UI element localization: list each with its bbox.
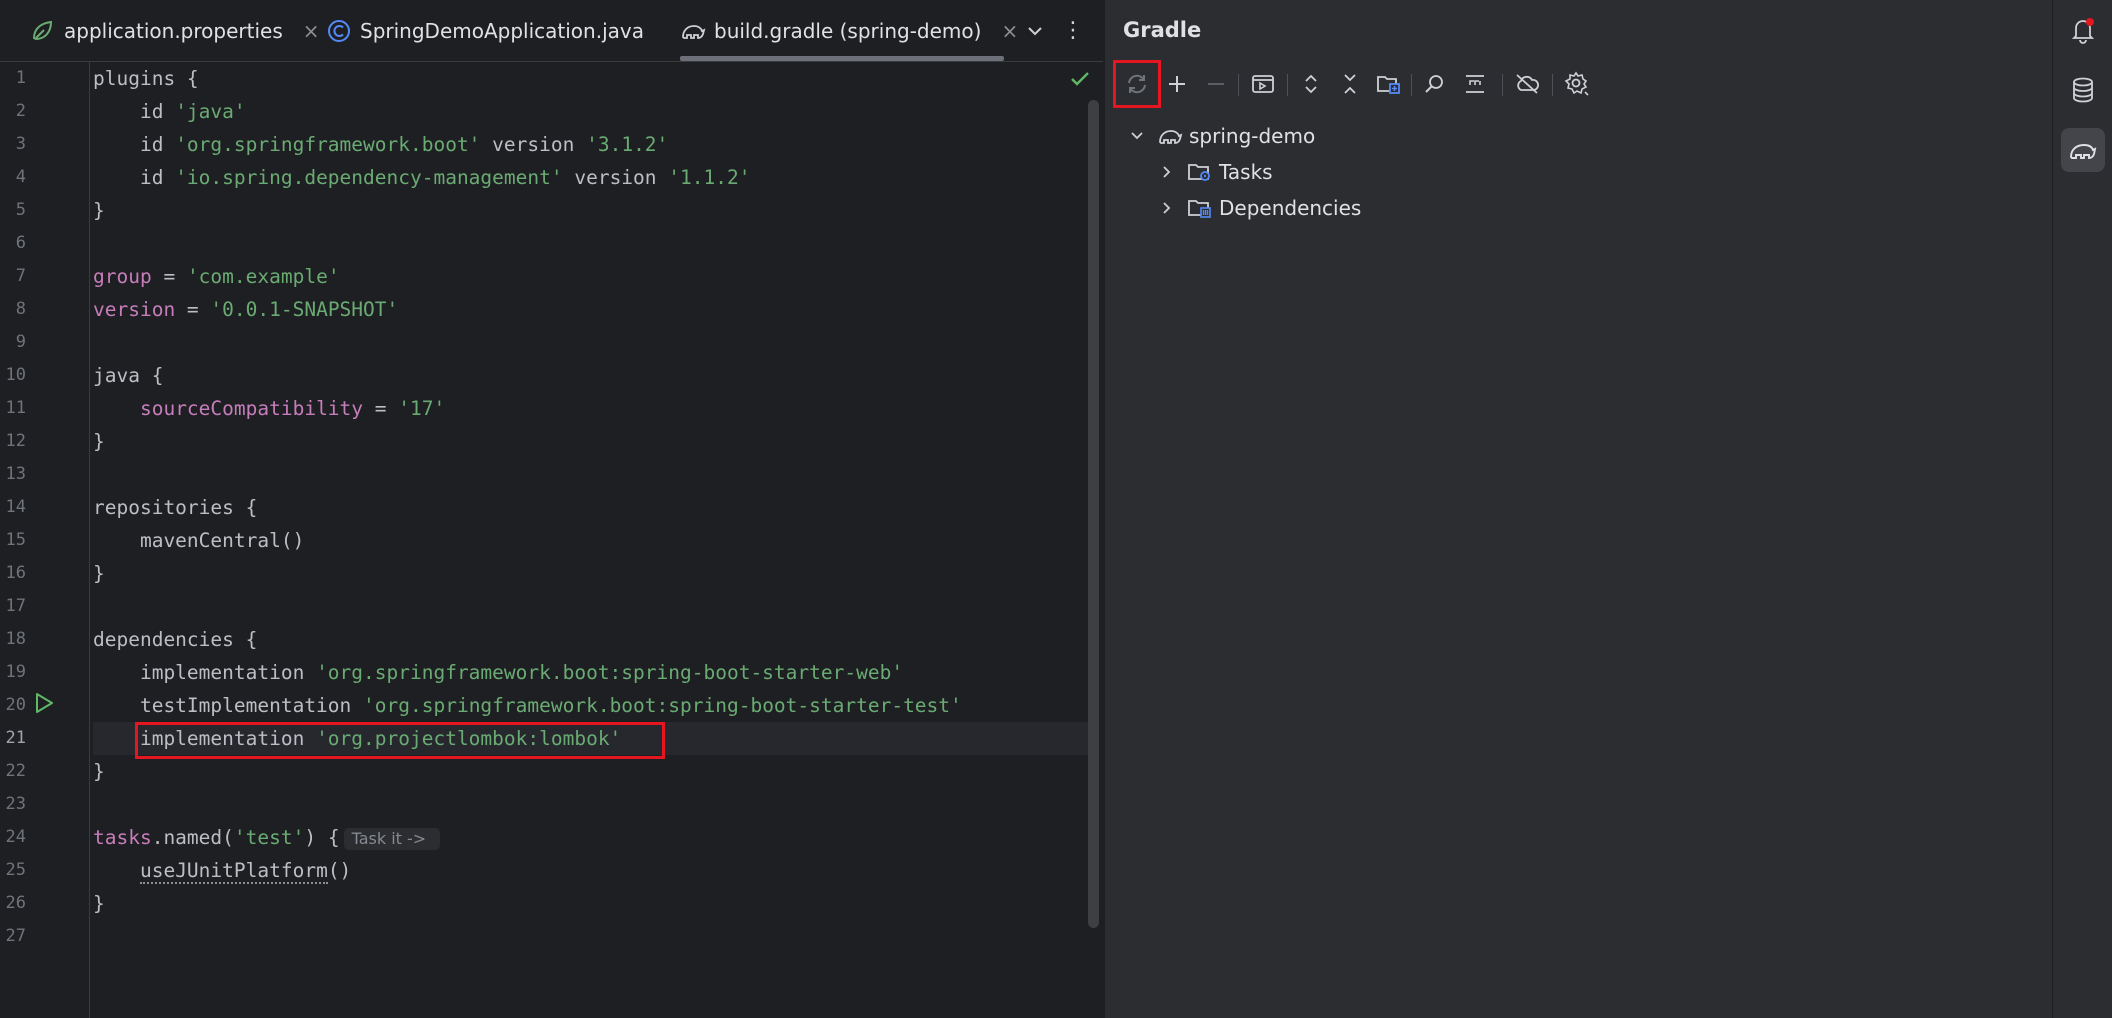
tree-node-spring-demo[interactable]: spring-demo xyxy=(1127,118,1315,154)
chevron-right-icon[interactable] xyxy=(1157,164,1177,180)
code-line: version = '0.0.1-SNAPSHOT' xyxy=(93,298,399,321)
gradle-panel-title: Gradle xyxy=(1123,18,1202,42)
remove-icon[interactable] xyxy=(1198,66,1234,102)
chevron-down-icon[interactable] xyxy=(1127,128,1147,144)
code-line: } xyxy=(93,430,105,453)
collapse-all-icon[interactable] xyxy=(1332,66,1368,102)
line-number: 24 xyxy=(5,827,26,847)
line-number: 14 xyxy=(5,497,26,517)
show-options-icon[interactable] xyxy=(1457,66,1493,102)
code-line-current: implementation 'org.projectlombok:lombok… xyxy=(93,722,1088,755)
gradle-elephant-icon xyxy=(680,18,706,44)
line-number: 1 xyxy=(15,68,26,88)
offline-mode-cloud-icon[interactable] xyxy=(1509,66,1545,102)
notifications-bell-icon[interactable] xyxy=(2061,8,2105,52)
line-number: 20 xyxy=(5,695,26,715)
link-gradle-project-icon[interactable] xyxy=(1371,66,1407,102)
line-number: 11 xyxy=(5,398,26,418)
inlay-hint[interactable]: Task it -> xyxy=(343,827,441,850)
line-number: 18 xyxy=(5,629,26,649)
folder-gear-icon xyxy=(1187,160,1213,184)
line-number: 2 xyxy=(15,101,26,121)
tree-node-dependencies[interactable]: Dependencies xyxy=(1157,190,1361,226)
line-number: 12 xyxy=(5,431,26,451)
code-line: repositories { xyxy=(93,496,258,519)
line-number: 23 xyxy=(5,794,26,814)
tab-springdemoapplication-java[interactable]: SpringDemoApplication.java xyxy=(326,0,644,61)
gradle-elephant-icon xyxy=(1157,124,1183,148)
line-number: 17 xyxy=(5,596,26,616)
code-line: } xyxy=(93,562,105,585)
tree-node-label: spring-demo xyxy=(1189,124,1316,148)
line-number: 8 xyxy=(15,299,26,319)
line-number: 10 xyxy=(5,365,26,385)
tab-label: build.gradle (spring-demo) xyxy=(714,18,982,43)
code-line: id 'org.springframework.boot' version '3… xyxy=(93,133,669,156)
line-number: 22 xyxy=(5,761,26,781)
execute-task-icon[interactable] xyxy=(1245,66,1281,102)
more-actions-icon[interactable]: ⋮ xyxy=(1058,16,1088,46)
code-line: plugins { xyxy=(93,67,199,90)
line-number: 16 xyxy=(5,563,26,583)
code-line: id 'java' xyxy=(93,100,246,123)
tree-node-tasks[interactable]: Tasks xyxy=(1157,154,1273,190)
folder-library-icon xyxy=(1187,196,1213,220)
editor-pane: application.properties × SpringDemoAppli… xyxy=(0,0,1103,1018)
line-number: 7 xyxy=(15,266,26,286)
tree-node-label: Tasks xyxy=(1219,160,1273,184)
gradle-tool-window: Gradle spring-demo Tasks Dependencies xyxy=(1104,0,2052,1018)
database-icon[interactable] xyxy=(2061,68,2105,112)
code-line: } xyxy=(93,892,105,915)
line-number: 26 xyxy=(5,893,26,913)
editor-vertical-scrollbar[interactable] xyxy=(1088,100,1099,928)
reload-gradle-icon[interactable] xyxy=(1119,66,1155,102)
chevron-right-icon[interactable] xyxy=(1157,200,1177,216)
line-number: 15 xyxy=(5,530,26,550)
add-icon[interactable] xyxy=(1159,66,1195,102)
code-area[interactable]: plugins { id 'java' id 'org.springframew… xyxy=(93,62,1088,1018)
tab-build-gradle[interactable]: build.gradle (spring-demo) × xyxy=(680,0,1018,61)
right-tool-strip xyxy=(2052,0,2112,1018)
line-number: 5 xyxy=(15,200,26,220)
code-line: java { xyxy=(93,364,164,387)
gradle-tool-window-elephant-icon[interactable] xyxy=(2061,128,2105,172)
java-class-icon xyxy=(326,18,352,44)
line-number: 6 xyxy=(15,233,26,253)
code-line: mavenCentral() xyxy=(93,529,305,552)
code-line: implementation 'org.springframework.boot… xyxy=(93,661,904,684)
run-play-icon[interactable] xyxy=(34,692,54,718)
line-number: 27 xyxy=(5,926,26,946)
analyze-dependencies-icon[interactable] xyxy=(1417,66,1453,102)
no-problems-check-icon[interactable] xyxy=(1070,70,1090,92)
gradle-settings-gear-icon[interactable] xyxy=(1559,66,1595,102)
close-tab-icon[interactable]: × xyxy=(1001,19,1018,43)
code-line: tasks.named('test') {Task it -> xyxy=(93,821,1088,854)
line-number: 25 xyxy=(5,860,26,880)
tab-label: application.properties xyxy=(64,18,283,43)
code-line: } xyxy=(93,760,105,783)
line-number: 4 xyxy=(15,167,26,187)
tree-node-label: Dependencies xyxy=(1219,196,1362,220)
tab-application-properties[interactable]: application.properties × xyxy=(30,0,320,61)
tab-label: SpringDemoApplication.java xyxy=(360,18,644,43)
line-number: 9 xyxy=(15,332,26,352)
tab-list-chevron-icon[interactable] xyxy=(1020,16,1050,46)
editor-tab-bar: application.properties × SpringDemoAppli… xyxy=(0,0,1103,62)
line-number: 21 xyxy=(5,728,26,748)
code-line: useJUnitPlatform() xyxy=(139,859,352,884)
line-number: 3 xyxy=(15,134,26,154)
line-number: 19 xyxy=(5,662,26,682)
code-line: } xyxy=(93,199,105,222)
code-line: testImplementation 'org.springframework.… xyxy=(93,694,962,717)
line-number: 13 xyxy=(5,464,26,484)
expand-all-icon[interactable] xyxy=(1293,66,1329,102)
code-line: dependencies { xyxy=(93,628,258,651)
line-number-gutter: 1 2 3 4 5 6 7 8 9 10 11 12 13 14 15 16 1… xyxy=(0,62,90,1018)
code-line: id 'io.spring.dependency-management' ver… xyxy=(93,166,751,189)
gradle-toolbar xyxy=(1105,60,2053,110)
code-line: sourceCompatibility = '17' xyxy=(139,397,446,420)
code-line: group = 'com.example' xyxy=(93,265,340,288)
spring-leaf-icon xyxy=(30,18,56,44)
close-tab-icon[interactable]: × xyxy=(303,19,320,43)
